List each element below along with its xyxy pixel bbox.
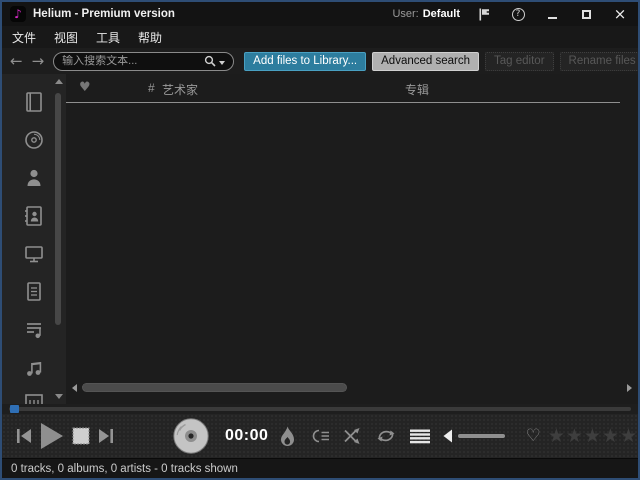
love-track-heart-icon[interactable]: ♡ — [526, 426, 541, 446]
volume-slider[interactable] — [458, 434, 505, 438]
horizontal-scrollbar[interactable] — [72, 381, 632, 394]
main-area: ♥ # 艺术家 专辑 — [2, 74, 638, 404]
forward-arrow-icon[interactable]: → — [32, 53, 45, 69]
queue-icon — [313, 429, 330, 443]
minimize-icon — [547, 16, 557, 19]
tag-editor-button[interactable]: Tag editor — [485, 51, 554, 71]
disc-icon — [25, 131, 43, 149]
number-column-header[interactable]: # — [148, 81, 155, 95]
transport-controls — [16, 423, 114, 449]
mute-button[interactable] — [443, 429, 453, 443]
track-rating-stars[interactable]: ★★★★★ — [548, 425, 638, 447]
speaker-icon — [443, 429, 453, 443]
favorite-column-header-heart-icon[interactable]: ♥ — [79, 80, 91, 95]
person-icon — [27, 169, 41, 186]
search-icon[interactable] — [204, 55, 217, 68]
piano-icon — [25, 394, 43, 404]
disc-artwork-icon — [173, 418, 209, 454]
shuffle-icon — [344, 428, 360, 444]
horizontal-scrollbar-track[interactable] — [82, 382, 622, 393]
user-label: User: — [392, 8, 419, 20]
help-icon: ? — [515, 9, 521, 19]
help-button[interactable]: ? — [508, 5, 528, 23]
now-playing-disc-button[interactable] — [172, 417, 210, 455]
back-arrow-icon[interactable]: ← — [10, 53, 23, 69]
stop-button[interactable] — [72, 427, 90, 445]
previous-icon — [17, 429, 31, 443]
track-list-menu-button[interactable] — [410, 429, 431, 444]
play-icon — [41, 423, 63, 449]
rename-files-button[interactable]: Rename files — [559, 51, 638, 71]
next-track-button[interactable] — [98, 428, 114, 444]
play-queue-button[interactable] — [310, 428, 330, 444]
track-list-body[interactable] — [66, 103, 638, 381]
previous-track-button[interactable] — [16, 428, 32, 444]
search-input[interactable] — [62, 55, 205, 67]
flag-icon[interactable] — [474, 5, 494, 23]
flag-icon-svg — [479, 8, 489, 20]
play-button[interactable] — [40, 423, 64, 449]
scroll-right-icon[interactable] — [627, 383, 632, 392]
monitor-icon — [25, 246, 43, 263]
sidebar-scrollbar-thumb[interactable] — [55, 93, 61, 325]
artist-column-header[interactable]: 艺术家 — [162, 81, 198, 98]
minimize-button[interactable] — [542, 5, 562, 23]
list-menu-icon — [410, 429, 431, 443]
seek-bar-row — [2, 404, 638, 414]
close-icon: × — [613, 4, 627, 23]
album-column-header[interactable]: 专辑 — [405, 81, 429, 98]
track-list-panel: ♥ # 艺术家 专辑 — [66, 74, 638, 404]
stop-icon — [72, 427, 90, 445]
sidebar-scrollbar[interactable] — [54, 79, 63, 399]
maximize-button[interactable] — [576, 5, 596, 23]
search-box[interactable] — [53, 51, 235, 71]
next-icon — [99, 429, 113, 443]
app-icon: ♪ — [10, 6, 26, 22]
repeat-button[interactable] — [375, 428, 397, 444]
book-icon — [26, 92, 42, 112]
toolbar: ← → Add files to Library... Advanced sea… — [2, 48, 638, 74]
scroll-left-icon[interactable] — [72, 383, 77, 392]
scroll-up-icon[interactable] — [55, 79, 63, 84]
elapsed-time: 00:00 — [225, 427, 269, 444]
music-notes-icon — [27, 362, 42, 376]
maximize-icon — [581, 9, 591, 19]
music-note-icon: ♪ — [14, 7, 22, 21]
user-name[interactable]: Default — [423, 8, 460, 20]
close-button[interactable]: × — [610, 5, 630, 23]
advanced-search-button[interactable]: Advanced search — [372, 51, 480, 71]
horizontal-scrollbar-thumb[interactable] — [82, 383, 347, 392]
playlist-icon — [27, 323, 41, 339]
menu-tools[interactable]: 工具 — [96, 29, 120, 46]
menu-bar: 文件 视图 工具 帮助 — [2, 26, 638, 48]
library-status-text: 0 tracks, 0 albums, 0 artists - 0 tracks… — [11, 462, 238, 475]
title-bar: ♪ Helium - Premium version User: Default… — [2, 2, 638, 26]
menu-help[interactable]: 帮助 — [138, 29, 162, 46]
sidebar — [2, 74, 66, 404]
status-bar: 0 tracks, 0 albums, 0 artists - 0 tracks… — [2, 458, 638, 478]
menu-file[interactable]: 文件 — [12, 29, 36, 46]
seek-bar[interactable] — [9, 405, 631, 413]
shuffle-button[interactable] — [343, 428, 361, 444]
address-book-icon — [25, 206, 42, 226]
document-icon — [27, 282, 41, 301]
flame-icon — [281, 426, 295, 446]
player-bar: 00:00 ♡ ★★★★★ — [2, 414, 638, 458]
seek-thumb[interactable] — [10, 405, 19, 413]
add-files-button[interactable]: Add files to Library... — [244, 51, 367, 71]
search-options-caret-icon[interactable] — [219, 61, 226, 65]
repeat-icon — [377, 430, 395, 442]
scroll-down-icon[interactable] — [55, 394, 63, 399]
app-window: ♪ Helium - Premium version User: Default… — [0, 0, 640, 480]
menu-view[interactable]: 视图 — [54, 29, 78, 46]
window-title: Helium - Premium version — [33, 8, 175, 20]
hot-tracks-button[interactable] — [279, 426, 296, 447]
track-list-header: ♥ # 艺术家 专辑 — [66, 74, 620, 103]
